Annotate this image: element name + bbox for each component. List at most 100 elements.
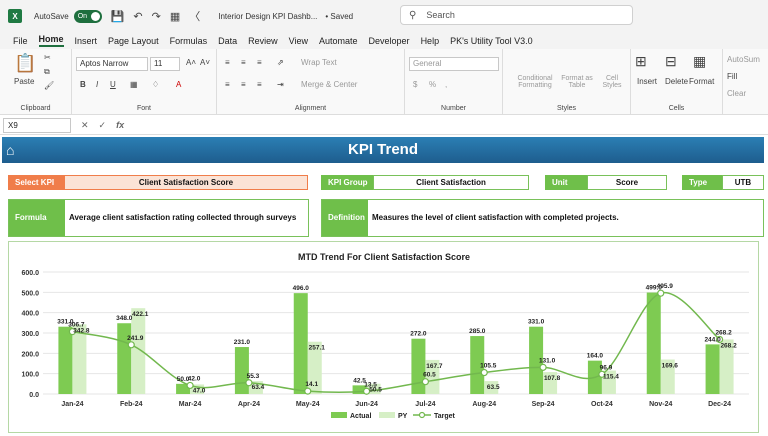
tab-automate[interactable]: Automate	[319, 36, 358, 46]
py-data-label: 115.4	[603, 374, 619, 381]
conditional-formatting-button[interactable]: Conditional Formatting	[513, 75, 557, 89]
kpi-group-value: Client Satisfaction	[373, 175, 529, 190]
format-as-table-button[interactable]: Format as Table	[559, 75, 595, 89]
table-icon[interactable]: ▦	[170, 10, 180, 23]
number-group: General $ % , Number	[405, 49, 503, 115]
borders-icon[interactable]: ▦	[130, 80, 138, 89]
insert-cells-icon[interactable]: ⊞	[635, 53, 647, 70]
title-bar: X AutoSave On 💾 ↶ ↷ ▦ 〈 Interior Design …	[0, 0, 768, 32]
tab-home[interactable]: Home	[38, 34, 64, 47]
legend-actual-swatch	[331, 412, 347, 418]
cells-group: ⊞ Insert ⊟ Delete ▦ Format Cells	[631, 49, 723, 115]
select-kpi-dropdown[interactable]: Client Satisfaction Score	[64, 175, 308, 190]
bottom-align-icon[interactable]: ≡	[257, 58, 262, 67]
delete-cells-icon[interactable]: ⊟	[665, 53, 677, 70]
definition-box: Definition Measures the level of client …	[321, 199, 764, 237]
fill-color-icon[interactable]: ♢	[152, 80, 159, 89]
tab-pk-utility[interactable]: PK's Utility Tool V3.0	[450, 36, 533, 46]
y-tick-label: 0.0	[29, 392, 39, 399]
kpi-group-label: KPI Group	[321, 175, 373, 190]
italic-icon[interactable]: I	[96, 80, 98, 89]
target-point	[480, 368, 488, 377]
right-align-icon[interactable]: ≡	[257, 80, 262, 89]
tab-file[interactable]: File	[13, 36, 28, 46]
tab-page-layout[interactable]: Page Layout	[108, 36, 159, 46]
format-cells-button[interactable]: Format	[689, 77, 714, 86]
dashboard-header: ⌂ KPI Trend	[2, 137, 764, 163]
chart-title: MTD Trend For Client Satisfaction Score	[298, 252, 470, 262]
merge-center-button[interactable]: Merge & Center	[301, 80, 357, 89]
tab-view[interactable]: View	[289, 36, 308, 46]
tab-developer[interactable]: Developer	[369, 36, 410, 46]
top-align-icon[interactable]: ≡	[225, 58, 230, 67]
home-icon[interactable]: ⌂	[6, 142, 14, 158]
increase-font-icon[interactable]: A˄	[186, 58, 196, 67]
percent-icon[interactable]: %	[429, 80, 436, 89]
py-bar	[131, 308, 146, 394]
name-box[interactable]: X9	[3, 117, 71, 133]
tab-formulas[interactable]: Formulas	[170, 36, 208, 46]
format-painter-icon[interactable]: 🖌	[44, 81, 54, 90]
format-cells-icon[interactable]: ▦	[693, 53, 706, 70]
actual-bar	[411, 338, 426, 394]
cell-styles-button[interactable]: Cell Styles	[597, 75, 627, 89]
insert-cells-button[interactable]: Insert	[637, 77, 657, 86]
actual-data-label: 285.0	[469, 328, 486, 335]
autosave-toggle[interactable]: On	[73, 9, 102, 23]
document-title[interactable]: Interior Design KPI Dashb...	[218, 12, 317, 21]
paint-icon[interactable]: 〈	[189, 8, 200, 24]
search-input[interactable]: ⚲ Search	[400, 5, 633, 25]
redo-icon[interactable]: ↷	[152, 10, 161, 23]
autosum-button[interactable]: AutoSum	[727, 55, 760, 64]
clipboard-group: 📋 Paste ✂ ⧉ 🖌 Clipboard	[0, 49, 72, 115]
wrap-text-button[interactable]: Wrap Text	[301, 58, 337, 67]
tab-review[interactable]: Review	[248, 36, 278, 46]
legend-py-label: PY	[398, 413, 408, 420]
py-bar	[72, 324, 87, 394]
comma-icon[interactable]: ,	[445, 80, 447, 89]
styles-group: Conditional Formatting Format as Table C…	[503, 49, 631, 115]
middle-align-icon[interactable]: ≡	[241, 58, 246, 67]
font-group: Aptos Narrow 11 A˄ A˅ B I U ▦ ♢ A Font	[72, 49, 217, 115]
left-align-icon[interactable]: ≡	[225, 80, 230, 89]
cancel-icon[interactable]: ✕	[81, 120, 89, 131]
clear-button[interactable]: Clear	[727, 89, 746, 98]
copy-icon[interactable]: ⧉	[44, 67, 50, 77]
actual-bar	[293, 293, 308, 394]
alignment-group: ≡ ≡ ≡ ⇗ Wrap Text ≡ ≡ ≡ ⇥ Merge & Center…	[217, 49, 405, 115]
orientation-icon[interactable]: ⇗	[277, 58, 284, 67]
undo-icon[interactable]: ↶	[133, 10, 142, 23]
tab-insert[interactable]: Insert	[75, 36, 98, 46]
font-name-select[interactable]: Aptos Narrow	[76, 57, 148, 71]
cut-icon[interactable]: ✂	[44, 53, 51, 62]
center-align-icon[interactable]: ≡	[241, 80, 246, 89]
underline-icon[interactable]: U	[110, 80, 116, 89]
mtd-trend-chart[interactable]: MTD Trend For Client Satisfaction Score 0…	[8, 241, 759, 433]
fx-icon[interactable]: fx	[116, 120, 124, 130]
x-tick-label: Feb-24	[120, 401, 143, 408]
editing-group: AutoSum Fill Clear	[723, 49, 768, 115]
legend-target-marker	[418, 411, 426, 419]
y-tick-label: 600.0	[21, 270, 39, 277]
fill-button[interactable]: Fill	[727, 72, 737, 81]
font-color-icon[interactable]: A	[176, 80, 181, 89]
number-format-select[interactable]: General	[409, 57, 499, 71]
bold-icon[interactable]: B	[80, 80, 86, 89]
py-data-label: 107.8	[544, 375, 561, 382]
decrease-font-icon[interactable]: A˅	[200, 58, 210, 67]
tab-help[interactable]: Help	[421, 36, 440, 46]
excel-logo-icon: X	[8, 9, 22, 23]
py-data-label: 257.1	[309, 345, 326, 352]
save-icon[interactable]: 💾	[111, 10, 125, 23]
paste-button[interactable]: Paste	[14, 77, 34, 86]
type-value: UTB	[722, 175, 764, 190]
delete-cells-button[interactable]: Delete	[665, 77, 688, 86]
currency-icon[interactable]: $	[413, 80, 417, 89]
tab-data[interactable]: Data	[218, 36, 237, 46]
indent-icon[interactable]: ⇥	[277, 80, 284, 89]
enter-icon[interactable]: ✓	[99, 120, 107, 131]
py-data-label: 47.0	[193, 387, 206, 394]
paste-icon[interactable]: 📋	[14, 53, 36, 74]
font-size-select[interactable]: 11	[150, 57, 180, 71]
target-data-label: 131.0	[539, 357, 556, 364]
